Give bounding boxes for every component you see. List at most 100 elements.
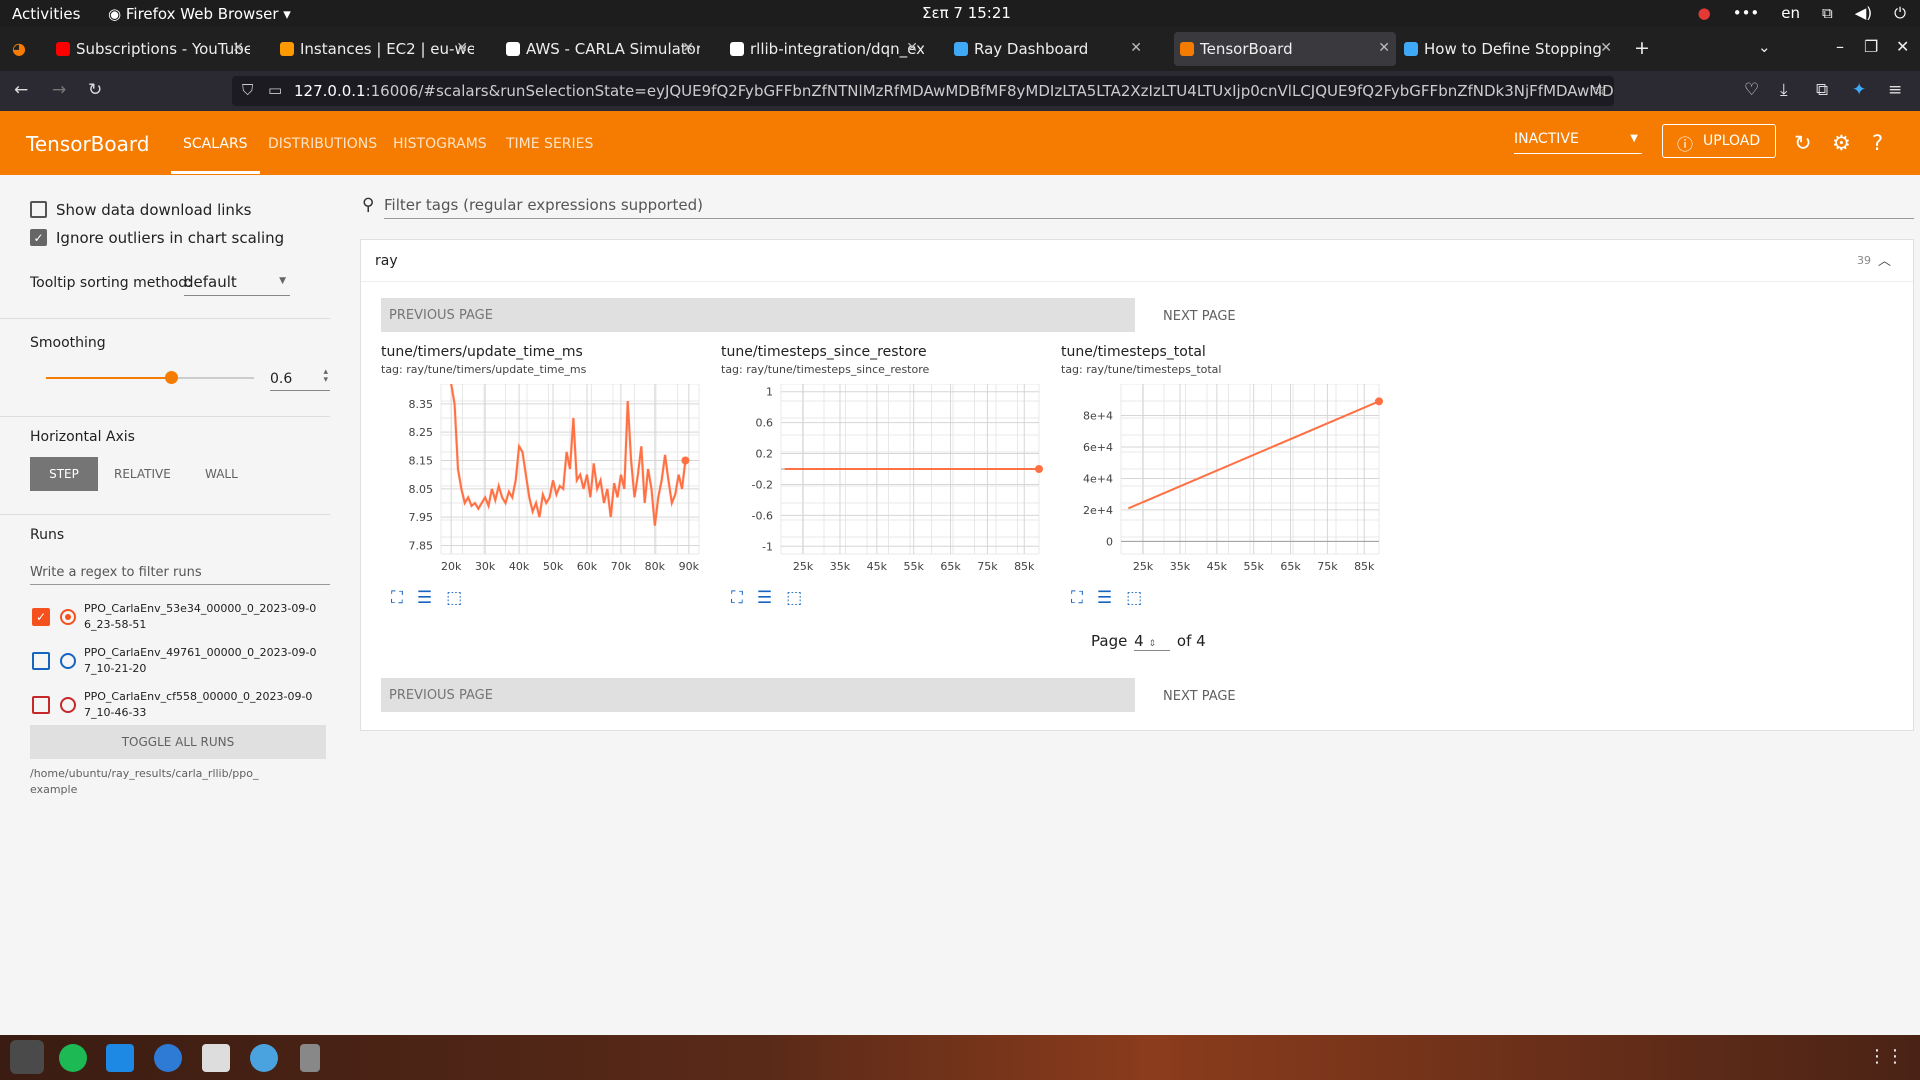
restore-icon[interactable]: ❐: [1864, 37, 1878, 56]
new-tab-button[interactable]: +: [1634, 37, 1650, 59]
tooltip-sorting-select[interactable]: default ▼: [184, 272, 290, 296]
haxis-wall-button[interactable]: WALL: [205, 467, 238, 481]
browser-tab[interactable]: TensorBoard ✕: [1174, 32, 1396, 66]
close-tab-icon[interactable]: ✕: [456, 40, 468, 56]
tab-distributions[interactable]: DISTRIBUTIONS: [268, 136, 377, 152]
bookmark-star-icon[interactable]: ☆: [1592, 80, 1607, 100]
fit-domain-icon[interactable]: ⬚: [786, 588, 802, 608]
power-icon[interactable]: ⏻: [1894, 4, 1906, 22]
reload-data-icon[interactable]: ↻: [1794, 131, 1812, 155]
browser-tab[interactable]: How to Define Stopping ✕: [1398, 32, 1618, 66]
back-icon[interactable]: ←: [14, 80, 28, 100]
haxis-step-button[interactable]: STEP: [30, 457, 98, 491]
spotify-icon[interactable]: [59, 1044, 87, 1072]
next-page-button[interactable]: NEXT PAGE: [1163, 309, 1236, 324]
tab-time-series[interactable]: TIME SERIES: [506, 136, 593, 152]
chart-plot[interactable]: 8.35 8.25 8.15 8.05 7.95 7.85 20k 30k 40k 50k 60k 7…: [381, 384, 711, 584]
run-item[interactable]: ✓ PPO_CarlaEnv_53e34_00000_0_2023-09-0 6_2…: [30, 600, 330, 640]
run-checkbox[interactable]: ✓: [32, 608, 50, 626]
browser-tab[interactable]: rllib-integration/dqn_exa ✕: [724, 32, 924, 66]
run-color-radio[interactable]: [60, 697, 76, 713]
previous-page-button[interactable]: PREVIOUS PAGE: [381, 678, 1135, 712]
settings-gear-icon[interactable]: ⚙: [1832, 131, 1851, 155]
browser-tab[interactable]: Subscriptions - YouTube ✕: [50, 32, 250, 66]
help-icon[interactable]: ?: [1872, 131, 1883, 155]
usb-drive-icon[interactable]: [300, 1044, 320, 1072]
more-icon[interactable]: •••: [1733, 4, 1760, 22]
page-input[interactable]: 4 ⇕: [1134, 632, 1171, 651]
spinner-icon[interactable]: ▴ ▾: [323, 368, 328, 385]
run-color-radio[interactable]: [60, 609, 76, 625]
clock[interactable]: Σεπ 7 15:21: [922, 4, 1011, 22]
data-table-icon[interactable]: ☰: [1097, 588, 1112, 608]
firefox-taskbar-icon[interactable]: [10, 1040, 44, 1074]
close-tab-icon[interactable]: ✕: [1600, 40, 1612, 56]
files-icon[interactable]: [202, 1044, 230, 1072]
chart-plot[interactable]: 1 0.6 0.2 -0.2 -0.6 -1 25k 35k 45k 55k 65k 75k 85k: [721, 384, 1051, 584]
firefox-view-icon[interactable]: ◕: [12, 39, 26, 58]
extension-icon[interactable]: ✦: [1852, 80, 1866, 100]
chevron-up-icon[interactable]: ︿: [1878, 250, 1891, 269]
minimize-icon[interactable]: –: [1836, 37, 1844, 56]
spinner-icon[interactable]: ⇕: [1148, 639, 1156, 649]
language-indicator[interactable]: en: [1781, 4, 1800, 22]
haxis-relative-button[interactable]: RELATIVE: [114, 467, 171, 481]
forward-icon[interactable]: →: [52, 80, 66, 100]
tab-histograms[interactable]: HISTOGRAMS: [393, 136, 487, 152]
tag-filter-input[interactable]: Filter tags (regular expressions support…: [384, 195, 1914, 219]
run-checkbox[interactable]: [32, 652, 50, 670]
chat-app-icon[interactable]: [154, 1044, 182, 1072]
reload-icon[interactable]: ↻: [88, 80, 102, 100]
app-grid-icon[interactable]: ⋮⋮: [1868, 1046, 1904, 1067]
slider-thumb[interactable]: [164, 371, 178, 384]
close-tab-icon[interactable]: ✕: [906, 40, 918, 56]
close-tab-icon[interactable]: ✕: [1130, 40, 1142, 56]
run-item[interactable]: PPO_CarlaEnv_cf558_00000_0_2023-09-0 7_10…: [30, 688, 330, 728]
close-tab-icon[interactable]: ✕: [682, 40, 694, 56]
vscode-icon[interactable]: [106, 1044, 134, 1072]
app-menu[interactable]: ◉ Firefox Web Browser ▾: [108, 5, 291, 23]
browser-tab[interactable]: Instances | EC2 | eu-west ✕: [274, 32, 474, 66]
activities-button[interactable]: Activities: [12, 5, 80, 23]
upload-button[interactable]: ⓘ UPLOAD: [1662, 124, 1776, 158]
close-window-icon[interactable]: ✕: [1896, 37, 1909, 56]
remote-desktop-icon[interactable]: [250, 1044, 278, 1072]
show-download-checkbox[interactable]: [30, 201, 47, 218]
close-tab-icon[interactable]: ✕: [1378, 40, 1390, 56]
run-item[interactable]: PPO_CarlaEnv_49761_00000_0_2023-09-0 7_10…: [30, 644, 330, 684]
page-info-icon[interactable]: ▭: [268, 81, 282, 99]
close-tab-icon[interactable]: ✕: [232, 40, 244, 56]
fullscreen-icon[interactable]: ⛶: [731, 588, 743, 608]
smoothing-slider[interactable]: [46, 371, 254, 384]
downloads-icon[interactable]: ⤓: [1780, 80, 1788, 100]
fit-domain-icon[interactable]: ⬚: [446, 588, 462, 608]
tab-scalars[interactable]: SCALARS: [171, 136, 260, 174]
plugin-select[interactable]: INACTIVE ▼: [1514, 131, 1642, 154]
chart-plot[interactable]: 8e+4 6e+4 4e+4 2e+4 0 25k 35k 45k 55k 65k 75k 85k: [1061, 384, 1391, 584]
fullscreen-icon[interactable]: ⛶: [391, 588, 403, 608]
next-page-button[interactable]: NEXT PAGE: [1163, 689, 1236, 704]
runs-filter-input[interactable]: Write a regex to filter runs: [30, 561, 330, 585]
url-bar[interactable]: ⛉ ▭ 127.0.0.1:16006/#scalars&runSelectio…: [232, 76, 1614, 106]
fit-domain-icon[interactable]: ⬚: [1126, 588, 1142, 608]
tab-list-icon[interactable]: ⌄: [1758, 38, 1771, 56]
run-checkbox[interactable]: [32, 696, 50, 714]
volume-icon[interactable]: ◀): [1855, 4, 1872, 22]
browser-tab[interactable]: AWS - CARLA Simulator ✕: [500, 32, 700, 66]
tag-group-header[interactable]: ray 39 ︿: [361, 240, 1913, 282]
toggle-all-runs-button[interactable]: TOGGLE ALL RUNS: [30, 725, 326, 759]
pocket-icon[interactable]: ♡: [1744, 80, 1759, 100]
extensions-icon[interactable]: ⧉: [1816, 80, 1828, 100]
menu-icon[interactable]: ≡: [1888, 80, 1902, 100]
browser-tab[interactable]: Ray Dashboard ✕: [948, 32, 1148, 66]
fullscreen-icon[interactable]: ⛶: [1071, 588, 1083, 608]
previous-page-button[interactable]: PREVIOUS PAGE: [381, 298, 1135, 332]
shield-icon[interactable]: ⛉: [242, 81, 253, 99]
smoothing-input[interactable]: 0.6 ▴ ▾: [270, 368, 330, 391]
network-icon[interactable]: ⧉: [1822, 4, 1833, 22]
data-table-icon[interactable]: ☰: [417, 588, 432, 608]
system-tray[interactable]: ● ••• en ⧉ ◀) ⏻: [1698, 4, 1906, 22]
notification-icon[interactable]: ●: [1698, 4, 1711, 22]
run-color-radio[interactable]: [60, 653, 76, 669]
ignore-outliers-checkbox[interactable]: ✓: [30, 229, 47, 246]
